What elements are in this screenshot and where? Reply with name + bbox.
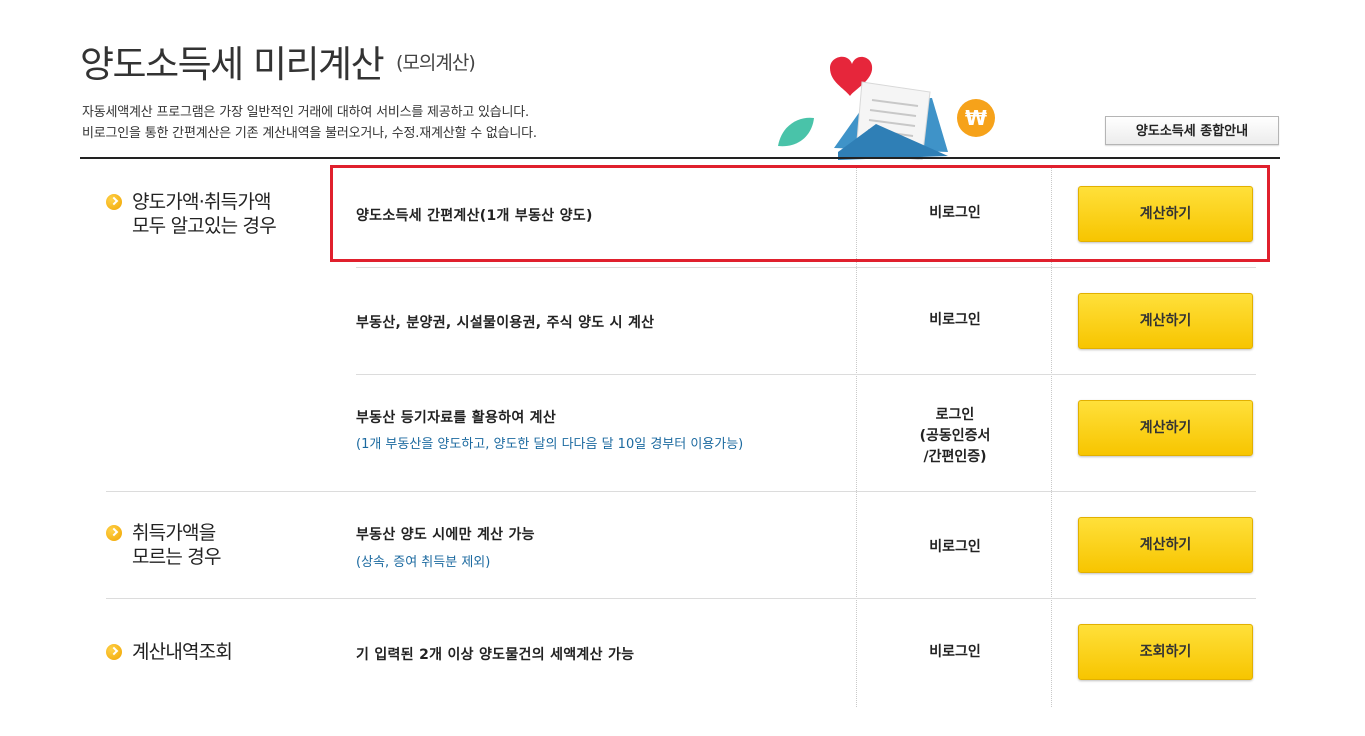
tax-guide-button[interactable]: 양도소득세 종합안내 [1105,116,1279,145]
category-known-prices: 양도가액·취득가액 모두 알고있는 경우 [106,190,277,238]
login-requirement: 로그인 (공동인증서 /간편인증) [880,405,1030,468]
arrow-bullet-icon [106,525,122,541]
description-line-2: 비로그인을 통한 간편계산은 기존 계산내역을 불러오거나, 수정.재계산할 수… [82,126,537,141]
login-requirement: 비로그인 [929,644,981,660]
arrow-bullet-icon [106,194,122,210]
category-label: 취득가액을 [132,522,216,544]
calculate-button-registry[interactable]: 계산하기 [1078,400,1253,456]
login-requirement: 비로그인 [929,539,981,555]
row-divider [356,374,1256,375]
row-title-transfer-only: 부동산 양도 시에만 계산 가능 [356,527,535,543]
row-note-exclusion: (상속, 증여 취득분 제외) [356,555,491,570]
description-line-1: 자동세액계산 프로그램은 가장 일반적인 거래에 대하여 서비스를 제공하고 있… [82,105,529,120]
login-method: (공동인증서 [919,428,991,444]
arrow-bullet-icon [106,644,122,660]
row-note-registry: (1개 부동산을 양도하고, 양도한 달의 다다음 달 10일 경부터 이용가능… [356,437,744,452]
row-title-multi-property: 기 입력된 2개 이상 양도물건의 세액계산 가능 [356,647,635,663]
category-label: 계산내역조회 [132,641,233,663]
category-unknown-acquisition: 취득가액을 모르는 경우 [106,521,221,569]
login-label: 로그인 [935,407,975,423]
calculate-button-property[interactable]: 계산하기 [1078,293,1253,349]
svg-text:₩: ₩ [965,106,987,130]
page-subtitle: (모의계산) [396,52,476,74]
highlight-box [330,165,1270,262]
row-title-registry-data: 부동산 등기자료를 활용하여 계산 [356,410,557,426]
row-divider [356,267,1256,268]
section-divider [106,491,1256,492]
lookup-button[interactable]: 조회하기 [1078,624,1253,680]
header-divider [80,157,1280,159]
header-illustration: ₩ [778,56,995,160]
login-requirement: 비로그인 [929,312,981,328]
leaf-icon [778,117,814,147]
won-coin-icon: ₩ [957,99,995,137]
page-title: 양도소득세 미리계산 [80,43,385,86]
category-label: 양도가액·취득가액 [132,191,271,213]
row-title-property-stocks: 부동산, 분양권, 시설물이용권, 주식 양도 시 계산 [356,315,655,331]
category-label: 모르는 경우 [132,546,221,568]
calculate-button-unknown[interactable]: 계산하기 [1078,517,1253,573]
category-history-lookup: 계산내역조회 [106,640,233,664]
category-label: 모두 알고있는 경우 [132,215,277,237]
login-method: /간편인증) [923,449,987,465]
section-divider [106,598,1256,599]
